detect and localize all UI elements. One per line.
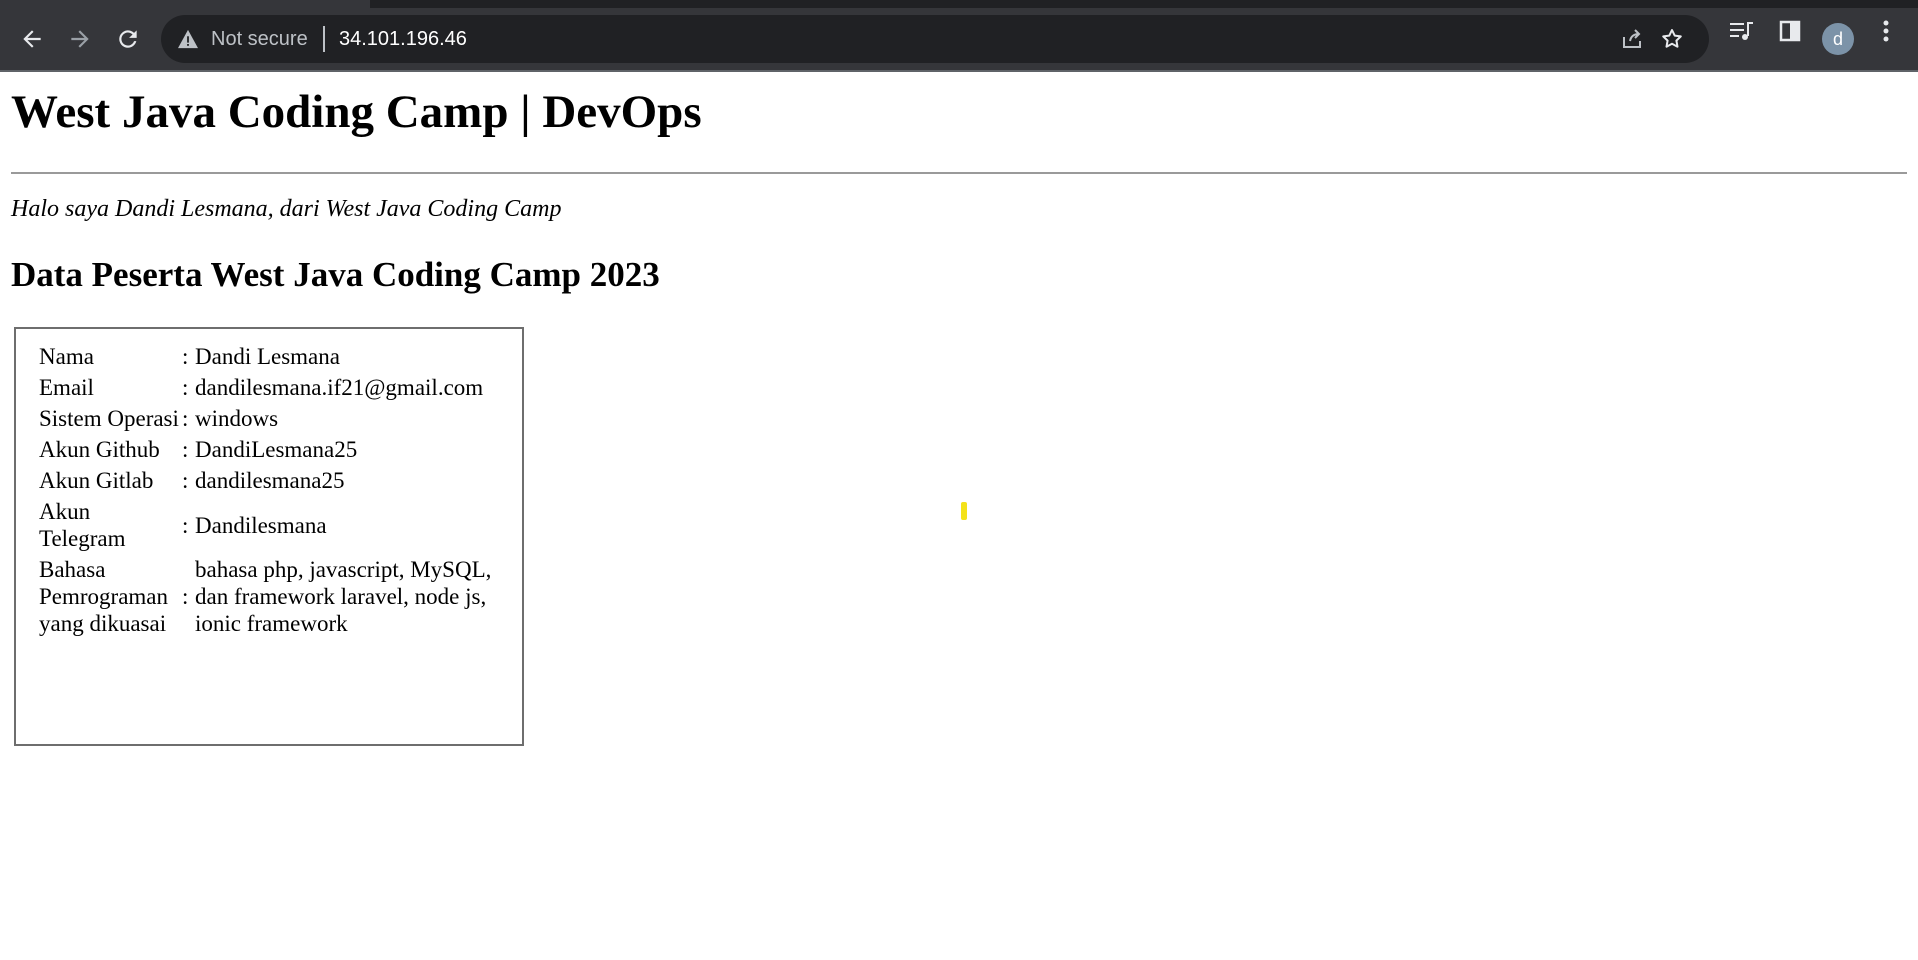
- profile-avatar[interactable]: d: [1822, 23, 1854, 55]
- more-menu-icon[interactable]: [1870, 15, 1902, 47]
- table-row: Akun Telegram : Dandilesmana: [38, 496, 496, 554]
- address-separator: [323, 26, 325, 52]
- row-label: Email: [39, 375, 94, 400]
- star-glyph-icon: [1662, 29, 1682, 48]
- reload-icon: [119, 30, 137, 48]
- forward-arrow-icon: [71, 30, 89, 48]
- row-value: dandilesmana25: [195, 468, 345, 493]
- row-value: Dandilesmana: [195, 512, 327, 538]
- table-row: Akun Github : DandiLesmana25: [38, 434, 496, 465]
- participant-data-box: Nama : Dandi Lesmana Email : dandilesman…: [14, 327, 524, 746]
- forward-button[interactable]: [57, 16, 103, 62]
- bookmark-star-icon[interactable]: [1658, 25, 1686, 53]
- row-value: dandilesmana.if21@gmail.com: [195, 375, 484, 400]
- horizontal-rule: [11, 172, 1907, 174]
- share-icon[interactable]: [1618, 25, 1646, 53]
- row-value: DandiLesmana25: [195, 437, 358, 462]
- back-arrow-icon: [23, 30, 41, 48]
- row-label: Sistem Operasi: [39, 406, 179, 431]
- back-button[interactable]: [9, 16, 55, 62]
- active-tab[interactable]: [0, 0, 370, 8]
- warning-icon: [178, 29, 198, 49]
- side-panel-icon[interactable]: [1774, 15, 1806, 47]
- table-row: Akun Gitlab : dandilesmana25: [38, 465, 496, 496]
- row-label: Akun Github: [39, 437, 160, 462]
- row-label: Nama: [39, 344, 94, 369]
- tab-strip: [0, 0, 1918, 8]
- playlist-glyph-icon: [1730, 22, 1753, 40]
- browser-toolbar: Not secure 34.101.196.46: [0, 8, 1918, 70]
- kebab-glyph-icon: [1883, 20, 1889, 42]
- url-text[interactable]: 34.101.196.46: [339, 27, 467, 51]
- row-colon: :: [182, 406, 189, 431]
- security-status-label[interactable]: Not secure: [211, 27, 308, 51]
- row-colon: :: [182, 437, 189, 462]
- section-title: Data Peserta West Java Coding Camp 2023: [11, 255, 660, 294]
- row-value: windows: [195, 406, 279, 431]
- row-label: Akun Gitlab: [39, 468, 154, 493]
- side-panel-glyph-icon: [1779, 20, 1801, 42]
- table-row: Sistem Operasi : windows: [38, 403, 496, 434]
- row-colon: :: [182, 468, 189, 493]
- greeting-text: Halo saya Dandi Lesmana, dari West Java …: [11, 196, 562, 222]
- row-value: Dandi Lesmana: [195, 344, 340, 369]
- table-row: Email : dandilesmana.if21@gmail.com: [38, 372, 496, 403]
- reload-button[interactable]: [105, 16, 151, 62]
- row-colon: :: [182, 344, 189, 369]
- row-label: Akun Telegram: [39, 499, 126, 551]
- page-title: West Java Coding Camp | DevOps: [11, 86, 702, 138]
- table-row: Nama : Dandi Lesmana: [38, 341, 496, 372]
- row-colon: :: [182, 512, 189, 538]
- participant-table: Nama : Dandi Lesmana Email : dandilesman…: [38, 341, 496, 639]
- row-colon: :: [182, 375, 189, 400]
- media-control-icon[interactable]: [1726, 15, 1758, 47]
- row-label: Bahasa Pemrograman yang dikuasai: [39, 557, 169, 636]
- table-row: Bahasa Pemrograman yang dikuasai : bahas…: [38, 554, 496, 639]
- mouse-cursor-icon: [961, 502, 967, 520]
- web-page: West Java Coding Camp | DevOps Halo saya…: [0, 72, 1918, 960]
- share-glyph-icon: [1623, 29, 1641, 48]
- inactive-tab[interactable]: [730, 0, 1918, 8]
- address-bar[interactable]: Not secure 34.101.196.46: [161, 15, 1709, 63]
- row-colon: :: [182, 584, 189, 609]
- row-value: bahasa php, javascript, MySQL, dan frame…: [195, 557, 492, 636]
